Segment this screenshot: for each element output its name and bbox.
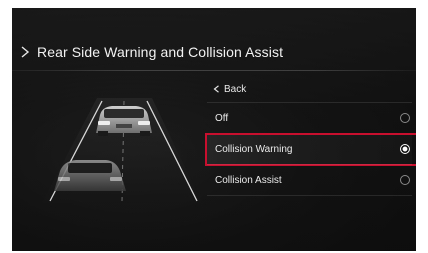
page-title: Rear Side Warning and Collision Assist [37,44,284,60]
header-divider [12,70,416,71]
option-collision-warning[interactable]: Collision Warning [205,133,416,166]
chevron-left-icon [213,85,219,93]
infotainment-screen: Rear Side Warning and Collision Assist B… [12,8,416,251]
page-header: Rear Side Warning and Collision Assist [20,43,283,61]
back-label: Back [224,83,247,95]
option-off[interactable]: Off [207,102,412,133]
rear-cars-on-road-illustration [42,98,202,203]
options-menu: Back Off Collision Warning Collision Ass… [205,76,416,196]
option-label: Collision Warning [215,143,293,155]
menu-divider [207,195,412,196]
option-label: Collision Assist [215,174,282,186]
radio-button[interactable] [400,175,410,185]
option-label: Off [215,112,229,124]
radio-button[interactable] [400,113,410,123]
back-button[interactable]: Back [207,76,412,102]
chevron-right-icon [21,46,30,58]
option-collision-assist[interactable]: Collision Assist [207,164,412,195]
radio-button-selected[interactable] [400,144,410,154]
